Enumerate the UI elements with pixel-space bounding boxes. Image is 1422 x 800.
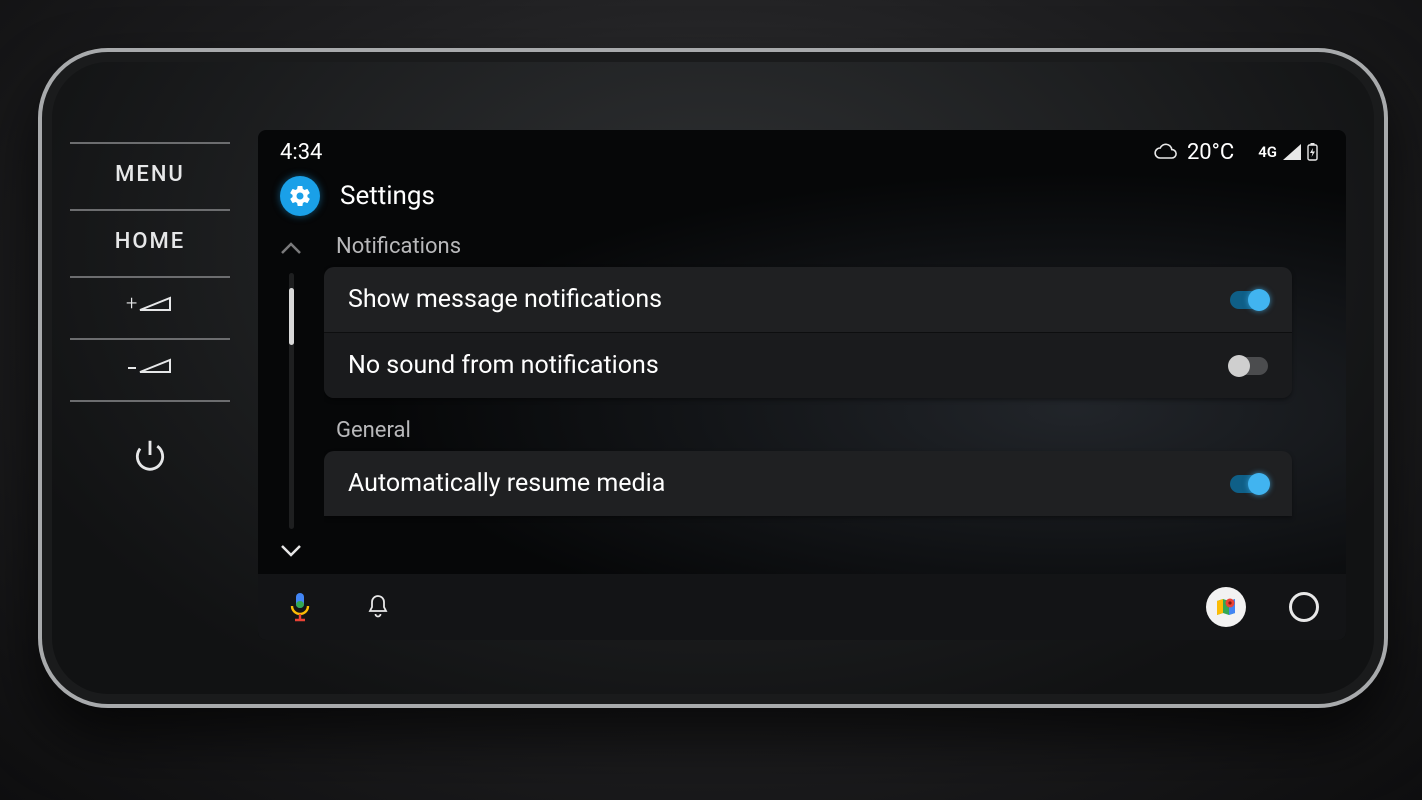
setting-no-sound-from-notifications[interactable]: No sound from notifications: [324, 332, 1292, 398]
clock: 4:34: [280, 140, 322, 165]
volume-up-icon: +: [126, 296, 174, 316]
setting-label: No sound from notifications: [348, 351, 1230, 380]
toggle-show-message-notifications[interactable]: [1230, 291, 1268, 309]
notifications-button[interactable]: [358, 587, 398, 627]
toggle-knob: [1248, 289, 1270, 311]
status-bar: 4:34 20°C 4G: [258, 130, 1346, 174]
mic-icon: [289, 592, 311, 622]
hw-menu-button[interactable]: MENU: [70, 142, 230, 211]
scroll-up-button[interactable]: [274, 234, 308, 265]
assistant-button[interactable]: [280, 587, 320, 627]
svg-text:+: +: [126, 296, 139, 315]
bell-icon: [366, 594, 390, 620]
maps-icon: [1214, 595, 1238, 619]
infotainment-unit: MENU HOME +: [38, 48, 1388, 708]
hw-volume-up-button[interactable]: +: [70, 278, 230, 340]
weather-widget[interactable]: 20°C: [1153, 140, 1234, 165]
infotainment-screen: 4:34 20°C 4G: [258, 130, 1346, 640]
setting-label: Show message notifications: [348, 285, 1230, 314]
hw-power-button[interactable]: [131, 436, 169, 478]
hardware-button-column: MENU HOME +: [42, 52, 252, 704]
section-general-label: General: [336, 418, 1292, 443]
settings-list: Notifications Show message notifications…: [324, 228, 1346, 574]
cloud-icon: [1153, 143, 1179, 161]
setting-auto-resume-media[interactable]: Automatically resume media: [324, 451, 1292, 516]
bezel: MENU HOME +: [38, 48, 1388, 708]
hw-home-button[interactable]: HOME: [70, 211, 230, 278]
section-general-card: Automatically resume media: [324, 451, 1292, 516]
volume-down-icon: [126, 358, 174, 378]
temperature-value: 20°C: [1187, 140, 1234, 165]
hw-volume-down-button[interactable]: [70, 340, 230, 402]
scrollbar[interactable]: [258, 228, 324, 574]
setting-label: Automatically resume media: [348, 469, 1230, 498]
section-notifications-card: Show message notifications No sound from…: [324, 267, 1292, 398]
signal-icon: [1283, 144, 1301, 160]
network-type: 4G: [1258, 143, 1277, 161]
toggle-no-sound-from-notifications[interactable]: [1230, 357, 1268, 375]
chevron-up-icon: [280, 241, 302, 255]
maps-button[interactable]: [1206, 587, 1246, 627]
toggle-knob: [1248, 473, 1270, 495]
settings-header: Settings: [258, 174, 1346, 228]
gear-icon: [288, 184, 312, 208]
section-notifications-label: Notifications: [336, 234, 1292, 259]
scroll-track[interactable]: [289, 273, 294, 529]
connectivity-cluster: 4G: [1258, 143, 1318, 161]
toggle-knob: [1228, 355, 1250, 377]
battery-icon: [1307, 143, 1318, 161]
launcher-button[interactable]: [1284, 587, 1324, 627]
scroll-down-button[interactable]: [274, 537, 308, 568]
chevron-down-icon: [280, 544, 302, 558]
power-icon: [131, 436, 169, 474]
circle-icon: [1289, 592, 1319, 622]
settings-content: Notifications Show message notifications…: [258, 228, 1346, 574]
settings-app-icon: [280, 176, 320, 216]
page-title: Settings: [340, 181, 435, 211]
setting-show-message-notifications[interactable]: Show message notifications: [324, 267, 1292, 332]
toggle-auto-resume-media[interactable]: [1230, 475, 1268, 493]
navigation-bar: [258, 574, 1346, 640]
scroll-thumb[interactable]: [289, 288, 294, 344]
